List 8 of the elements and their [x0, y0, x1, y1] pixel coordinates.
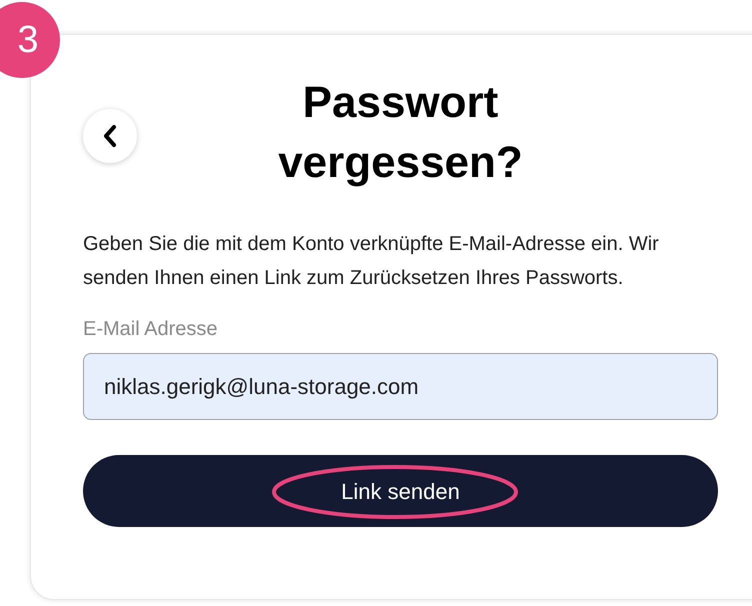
send-link-button[interactable]: Link senden [83, 455, 718, 527]
description-text: Geben Sie die mit dem Konto verknüpfte E-Mail-Adresse ein. Wir senden Ihnen einen Link zum Zurücksetzen Ihres Passworts. [83, 232, 660, 291]
email-label: E-Mail Adresse [83, 317, 218, 342]
back-chevron-icon [102, 124, 118, 148]
back-button[interactable] [83, 109, 137, 163]
email-input-field[interactable]: niklas.gerigk@luna-storage.com [83, 353, 718, 420]
step-number-badge: 3 [0, 2, 60, 78]
page-title: Passwort vergessen? [277, 77, 524, 189]
